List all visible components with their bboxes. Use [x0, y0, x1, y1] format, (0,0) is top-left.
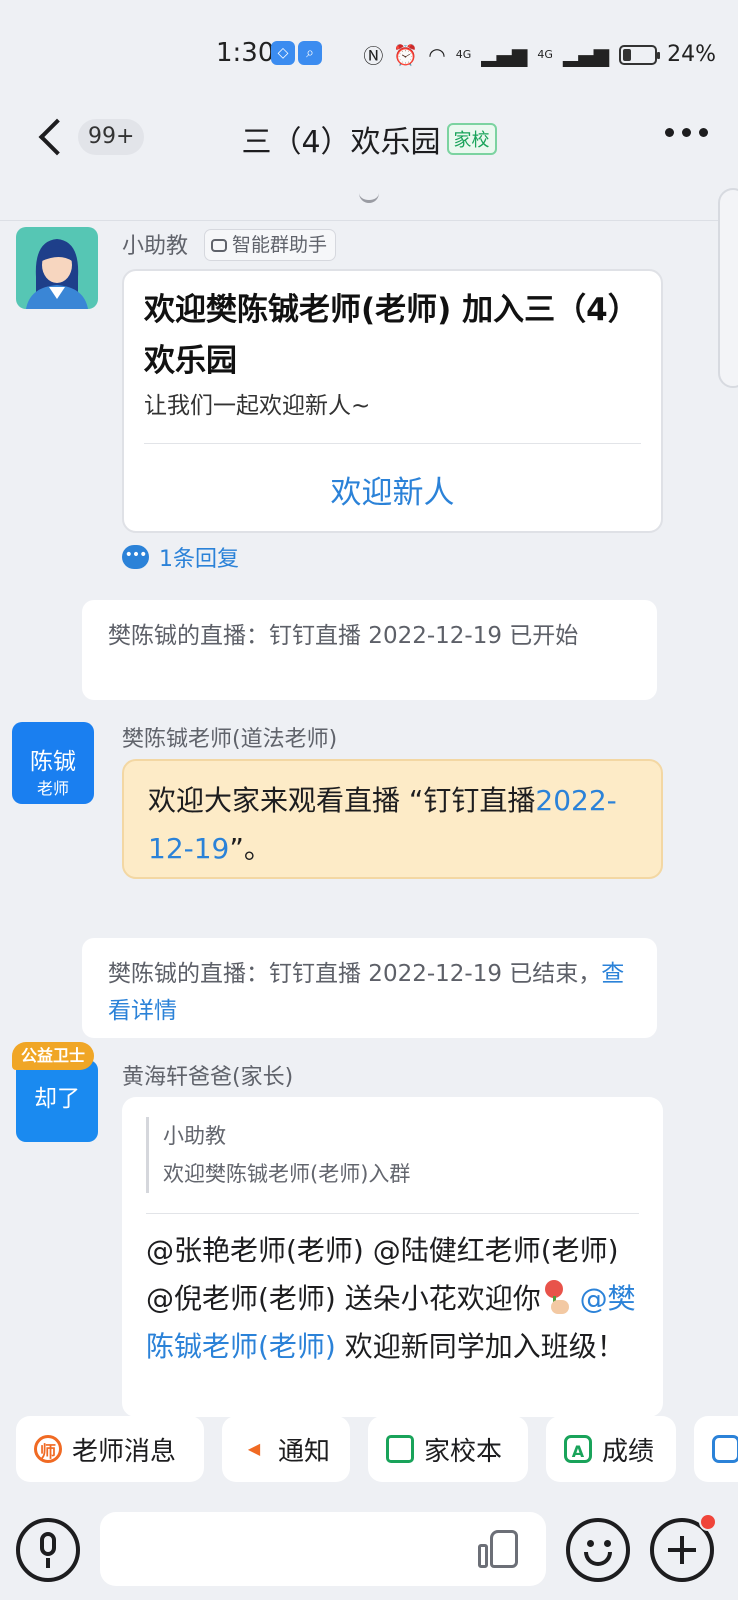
chat-header: 99+ 三（4）欢乐园 家校: [0, 100, 738, 178]
search-app-notification-icon: ⌕: [298, 41, 322, 65]
notification-dot: [699, 1513, 717, 1531]
system-message-live-start: 樊陈铖的直播：钉钉直播 2022-12-19 已开始: [82, 600, 657, 700]
quick-actions-bar: 师 老师消息 ◀ 通知 家校本 A 成绩: [0, 1416, 738, 1486]
battery-icon: [619, 44, 661, 65]
checklist-icon: [712, 1435, 738, 1463]
smile-icon: [584, 1552, 612, 1566]
header-divider: [0, 220, 738, 221]
quoted-message[interactable]: 小助教 欢迎樊陈铖老师(老师)入群: [146, 1117, 643, 1193]
alarm-icon: ⏰: [393, 42, 419, 67]
voice-input-button[interactable]: [16, 1518, 80, 1582]
reply-message-bubble: 小助教 欢迎樊陈铖老师(老师)入群 @张艳老师(老师) @陆健红老师(老师) @…: [122, 1097, 663, 1417]
more-quick-action-button[interactable]: [694, 1416, 738, 1482]
plus-icon: [680, 1536, 684, 1564]
more-options-button[interactable]: [665, 128, 708, 137]
card-title: 欢迎樊陈铖老师(老师) 加入三（4）欢乐园: [144, 292, 639, 379]
notebook-icon: [386, 1435, 414, 1463]
side-drawer-handle[interactable]: [718, 188, 738, 388]
card-subtitle: 让我们一起欢迎新人~: [144, 393, 371, 419]
thread-replies-link[interactable]: ••• 1条回复: [122, 541, 239, 573]
charity-guardian-badge: 公益卫士: [12, 1042, 95, 1070]
signal-1-icon: ▂▄▆: [481, 42, 528, 67]
sender-name: 小助教: [122, 234, 189, 259]
thumbs-up-icon: [490, 1530, 518, 1568]
emoji-button[interactable]: [566, 1518, 630, 1582]
signal-1-label: 4G: [455, 48, 472, 61]
notice-button[interactable]: ◀ 通知: [222, 1416, 350, 1482]
microphone-icon: [40, 1532, 56, 1556]
megaphone-icon: ◀: [247, 1439, 261, 1458]
sender-name: 黄海轩爸爸(家长): [122, 1065, 294, 1090]
system-message-live-end: 樊陈铖的直播：钉钉直播 2022-12-19 已结束，查看详情: [82, 938, 657, 1038]
status-time: 1:30: [216, 38, 275, 68]
welcome-new-member-button[interactable]: 欢迎新人: [124, 467, 661, 512]
bot-avatar[interactable]: [16, 227, 98, 309]
robot-icon: [211, 239, 227, 252]
parent-avatar[interactable]: 却了: [16, 1060, 98, 1142]
status-bar: 1:30 ◇ ⌕ Ⓝ ⏰ ◠ 4G ▂▄▆ 4G ▂▄▆ 24%: [0, 0, 738, 108]
message-text: @张艳老师(老师) @陆健红老师(老师) @倪老师(老师) 送朵小花欢迎你 @樊…: [146, 1234, 636, 1363]
group-type-tag: 家校: [446, 123, 497, 155]
nfc-icon: Ⓝ: [363, 44, 384, 68]
signal-2-label: 4G: [537, 48, 553, 61]
card-divider: [144, 443, 641, 444]
reply-count: 1条回复: [159, 547, 239, 572]
chat-title[interactable]: 三（4）欢乐园: [241, 125, 440, 160]
home-school-book-button[interactable]: 家校本: [368, 1416, 528, 1482]
message-input-bar: [0, 1500, 738, 1600]
teacher-messages-button[interactable]: 师 老师消息: [16, 1416, 204, 1482]
flower-emoji-icon: [541, 1278, 571, 1316]
signal-2-icon: ▂▄▆: [562, 42, 610, 67]
welcome-card: 欢迎樊陈铖老师(老师) 加入三（4）欢乐园 让我们一起欢迎新人~ 欢迎新人: [122, 269, 663, 533]
thumbs-up-button[interactable]: [478, 1528, 522, 1572]
comment-icon: •••: [122, 545, 149, 569]
wifi-icon: ◠: [428, 42, 446, 67]
live-invite-bubble: 欢迎大家来观看直播 “钉钉直播2022-12-19”。: [122, 759, 663, 879]
teacher-icon: 师: [34, 1435, 62, 1463]
quote-divider: [146, 1213, 639, 1214]
app-notification-icon: ◇: [271, 41, 295, 65]
sender-name: 樊陈铖老师(道法老师): [122, 727, 338, 752]
teacher-avatar[interactable]: 陈铖 老师: [12, 722, 94, 804]
grade-icon: A: [564, 1435, 592, 1463]
collapse-chevron-icon[interactable]: [359, 193, 379, 203]
bot-badge: 智能群助手: [204, 229, 337, 261]
battery-percent: 24%: [667, 42, 716, 67]
grades-button[interactable]: A 成绩: [546, 1416, 676, 1482]
